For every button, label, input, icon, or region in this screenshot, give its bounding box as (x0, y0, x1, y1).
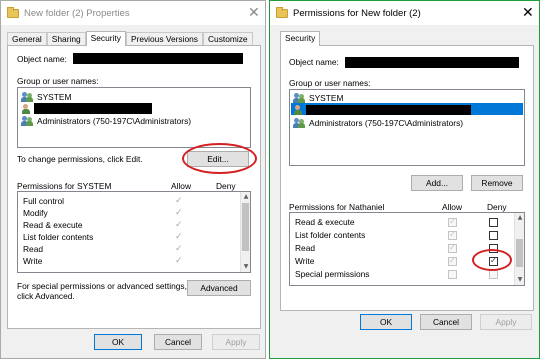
deny-checkbox[interactable] (489, 231, 498, 240)
permissions-for-label: Permissions for Nathaniel (289, 202, 385, 212)
permissions-scrollbar[interactable]: ▲ ▼ (514, 213, 524, 285)
allow-check-icon: ✓ (175, 256, 183, 266)
permission-row: Write (23, 256, 43, 266)
object-name-label: Object name: (17, 54, 67, 64)
window-title: New folder (2) Properties (24, 7, 130, 19)
highlight-annotation (182, 143, 257, 174)
permission-row: Read & execute (295, 217, 355, 227)
list-item-system[interactable]: SYSTEM (21, 91, 71, 102)
advanced-button[interactable]: Advanced (187, 280, 251, 296)
permission-row: Read & execute (23, 220, 83, 230)
object-name-value-redacted (73, 53, 243, 64)
permissions-for-label: Permissions for SYSTEM (17, 181, 112, 191)
permission-row: List folder contents (295, 230, 366, 240)
tab-bar: General Sharing Security Previous Versio… (7, 31, 253, 46)
object-name-value-redacted (345, 57, 519, 68)
permissions-list: Full control Modify Read & execute List … (17, 191, 251, 273)
permission-row: Full control (23, 196, 64, 206)
deny-checkbox (489, 270, 498, 279)
list-item-system[interactable]: SYSTEM (293, 92, 343, 103)
user-icon (21, 103, 31, 114)
allow-check-icon: ✓ (175, 244, 183, 254)
deny-checkbox[interactable] (489, 218, 498, 227)
user-name: Administrators (750-197C\Administrators) (309, 117, 464, 128)
deny-header: Deny (216, 181, 236, 191)
user-name: SYSTEM (37, 91, 72, 102)
special-permissions-hint: For special permissions or advanced sett… (17, 281, 187, 291)
permission-row: Read (23, 244, 44, 254)
title-bar[interactable]: Permissions for New folder (2) (270, 1, 539, 25)
group-label: Group or user names: (289, 78, 371, 88)
apply-button[interactable]: Apply (212, 334, 260, 350)
folder-icon (276, 6, 288, 18)
allow-checkbox (448, 270, 457, 279)
users-group-icon (293, 92, 306, 103)
scroll-up-icon[interactable]: ▲ (242, 193, 250, 201)
object-name-label: Object name: (289, 57, 339, 67)
allow-checkbox: ✓ (448, 230, 457, 240)
allow-checkbox: ✓ (448, 243, 457, 253)
change-permissions-hint: To change permissions, click Edit. (17, 154, 143, 164)
allow-header: Allow (171, 181, 192, 191)
user-name: SYSTEM (309, 92, 344, 103)
user-name: Administrators (750-197C\Administrators) (37, 115, 192, 126)
close-icon[interactable]: ✕ (522, 6, 534, 20)
scroll-thumb[interactable] (242, 203, 249, 251)
ok-button[interactable]: OK (360, 314, 412, 330)
tab-bar: Security (280, 31, 321, 46)
user-name-redacted (34, 103, 152, 114)
tab-security[interactable]: Security (85, 31, 126, 46)
allow-check-icon: ✓ (175, 208, 183, 218)
highlight-annotation (472, 249, 512, 271)
permissions-dialog: Permissions for New folder (2) ✕ Securit… (269, 0, 540, 359)
close-icon[interactable]: ✕ (248, 6, 260, 20)
users-listbox[interactable]: SYSTEM Administrators (750-197C\Administ… (17, 87, 251, 148)
user-icon (293, 104, 303, 115)
scroll-up-icon[interactable]: ▲ (516, 214, 524, 222)
special-permissions-hint-2: click Advanced. (17, 291, 75, 301)
properties-dialog: New folder (2) Properties ✕ General Shar… (0, 0, 266, 359)
title-bar[interactable]: New folder (2) Properties (1, 1, 265, 25)
tab-customize[interactable]: Customize (202, 32, 253, 45)
add-button[interactable]: Add... (411, 175, 463, 191)
scroll-down-icon[interactable]: ▼ (242, 263, 250, 271)
allow-header: Allow (442, 202, 463, 212)
permission-row: List folder contents (23, 232, 94, 242)
users-listbox[interactable]: SYSTEM Administrators (750-197C\Administ… (289, 89, 525, 166)
group-label: Group or user names: (17, 76, 99, 86)
tab-sharing[interactable]: Sharing (46, 32, 86, 45)
permissions-scrollbar[interactable]: ▲ ▼ (240, 192, 250, 272)
allow-checkbox: ✓ (448, 256, 457, 266)
cancel-button[interactable]: Cancel (154, 334, 202, 350)
window-title: Permissions for New folder (2) (293, 7, 421, 19)
permission-row: Read (295, 243, 316, 253)
permission-row: Special permissions (295, 269, 370, 279)
tab-security[interactable]: Security (280, 31, 321, 46)
permission-row: Write (295, 256, 315, 266)
user-name-redacted (306, 104, 471, 115)
users-group-icon (21, 115, 34, 126)
scroll-thumb[interactable] (516, 239, 523, 267)
users-group-icon (293, 117, 306, 128)
remove-button[interactable]: Remove (471, 175, 523, 191)
users-group-icon (21, 91, 34, 102)
allow-checkbox: ✓ (448, 217, 457, 227)
ok-button[interactable]: OK (94, 334, 142, 350)
folder-icon (7, 6, 19, 18)
list-item-administrators[interactable]: Administrators (750-197C\Administrators) (293, 117, 463, 128)
scroll-down-icon[interactable]: ▼ (516, 276, 524, 284)
allow-check-icon: ✓ (175, 196, 183, 206)
allow-check-icon: ✓ (175, 220, 183, 230)
list-item-user-selected[interactable] (293, 104, 471, 115)
cancel-button[interactable]: Cancel (420, 314, 472, 330)
list-item-user[interactable] (21, 103, 152, 114)
list-item-administrators[interactable]: Administrators (750-197C\Administrators) (21, 115, 191, 126)
deny-header: Deny (487, 202, 507, 212)
allow-check-icon: ✓ (175, 232, 183, 242)
permission-row: Modify (23, 208, 48, 218)
tab-general[interactable]: General (7, 32, 47, 45)
apply-button[interactable]: Apply (480, 314, 532, 330)
tab-previous-versions[interactable]: Previous Versions (125, 32, 203, 45)
